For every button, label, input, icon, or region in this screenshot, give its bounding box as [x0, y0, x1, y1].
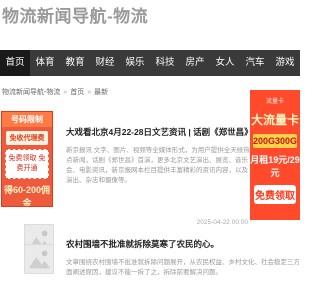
breadcrumb-separator: »	[87, 88, 92, 96]
site-title[interactable]: 物流新闻导航-物流	[2, 2, 148, 27]
breadcrumb-separator: »	[63, 88, 68, 96]
nav-item-home[interactable]: 首页	[0, 50, 30, 76]
nav-item-sports[interactable]: 体育	[30, 50, 60, 76]
image-placeholder-icon	[25, 245, 53, 273]
ad-banner-right[interactable]: 流量卡 大流量卡 200G300G 月租19元/29元 免费领取	[250, 90, 300, 220]
article-description: 文章围绕农村围墙不批准就拆除问题展开，从农民权益、乡村文化、社会稳定三方面阐述原…	[66, 259, 300, 276]
ad-right-brand: 流量卡	[265, 99, 284, 105]
site-header: 物流新闻导航-物流	[0, 0, 300, 46]
article-item[interactable]: 大戏看北京4月22-28日文艺资讯 | 话剧《郑世昌》首演 新京报讯 文字、图片…	[66, 126, 250, 228]
ad-right-price: 月租19元/29元	[250, 155, 300, 178]
ad-banner-left[interactable]: 号码限制 免收代理费 免费领取 免费开通 得60-200佣金	[1, 111, 53, 207]
article-item[interactable]: 农村围墙不批准就拆除莫寒了农民的心。 文章围绕农村围墙不批准就拆除问题展开，从农…	[66, 238, 300, 300]
article-title[interactable]: 农村围墙不批准就拆除莫寒了农民的心。	[66, 238, 300, 250]
ad-left-tag: 免收代理费	[6, 131, 48, 145]
ad-left-top: 号码限制	[2, 112, 52, 127]
nav-item-realestate[interactable]: 房产	[180, 50, 210, 76]
nav-item-games[interactable]: 游戏	[270, 50, 300, 76]
nav-item-finance[interactable]: 财经	[90, 50, 120, 76]
nav-item-entertainment[interactable]: 娱乐	[120, 50, 150, 76]
nav-item-auto[interactable]: 汽车	[240, 50, 270, 76]
article-date: 2025-04-22 00:00	[196, 219, 248, 226]
breadcrumb-site[interactable]: 物流新闻导航-物流	[2, 87, 60, 97]
breadcrumb-home[interactable]: 首页	[70, 87, 84, 97]
breadcrumb-current: 最新	[94, 89, 109, 96]
article-thumbnail[interactable]	[24, 244, 54, 274]
main-nav: 首页 体育 教育 财经 娱乐 科技 房产 女人 汽车 游戏	[0, 50, 300, 76]
ad-right-title: 大流量卡	[250, 113, 299, 127]
nav-item-women[interactable]: 女人	[210, 50, 240, 76]
ad-right-data: 200G300G	[253, 134, 298, 148]
nav-item-tech[interactable]: 科技	[150, 50, 180, 76]
ad-left-commission: 得60-200佣金	[3, 184, 51, 207]
nav-item-education[interactable]: 教育	[60, 50, 90, 76]
ad-right-free-button[interactable]: 免费领取	[254, 185, 296, 204]
ad-left-card: 免费领取 免费开通	[5, 149, 49, 179]
article-title[interactable]: 大戏看北京4月22-28日文艺资讯 | 话剧《郑世昌》首演	[66, 126, 250, 138]
article-description: 新京报讯 文字、图片、视频等全媒体形式，为用户提供全天候热点新闻，话剧《郑世昌》…	[66, 147, 250, 184]
